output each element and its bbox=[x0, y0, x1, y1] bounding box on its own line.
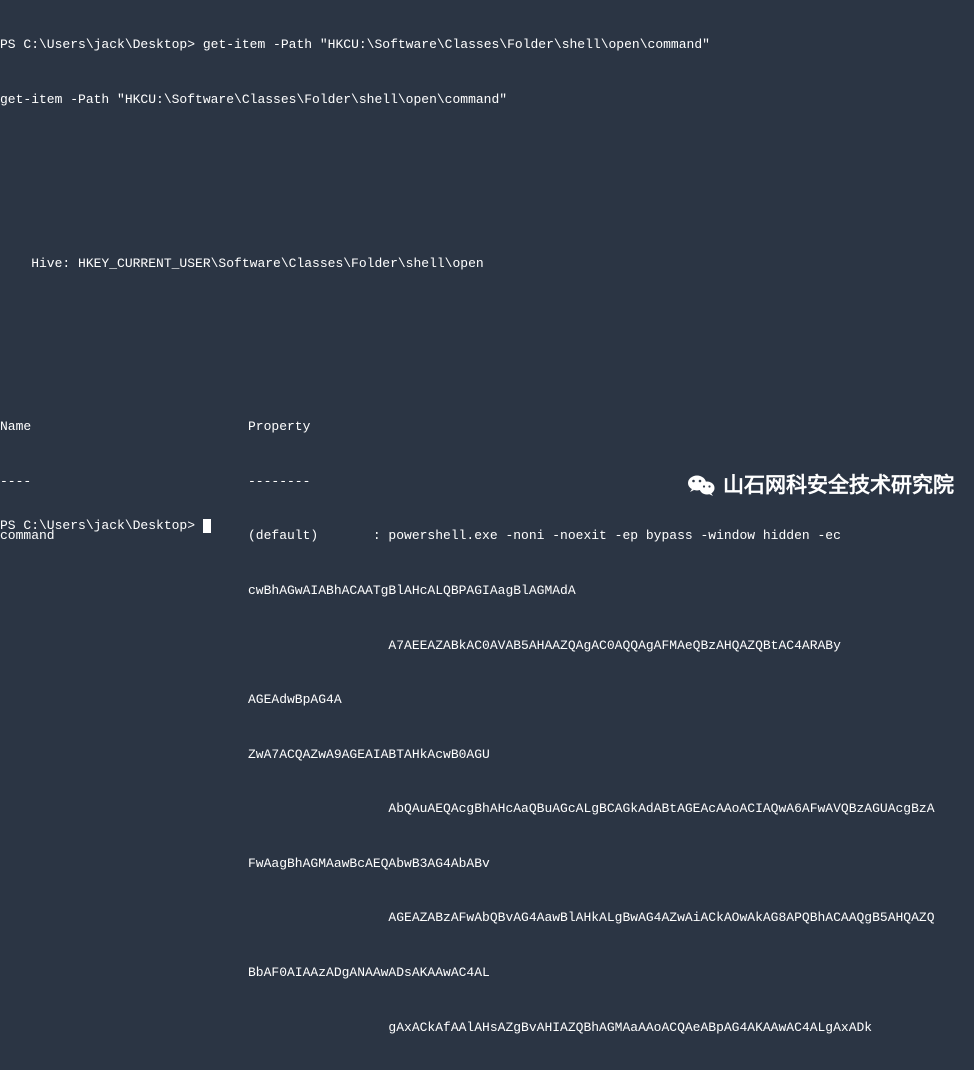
wechat-icon bbox=[687, 473, 715, 497]
property-continuation: A7AEEAZABkAC0AVAB5AHAAZQAgAC0AQQAgAFMAeQ… bbox=[0, 637, 974, 655]
echo-line: get-item -Path "HKCU:\Software\Classes\F… bbox=[0, 91, 974, 109]
prompt-prefix: PS C:\Users\jack\Desktop> bbox=[0, 36, 203, 54]
hive-line: Hive: HKEY_CURRENT_USER\Software\Classes… bbox=[0, 255, 974, 273]
blank-line bbox=[0, 146, 974, 164]
property-continuation: FwAagBhAGMAawBcAEQAbwB3AG4AbABv bbox=[0, 855, 974, 873]
table-header: NameProperty bbox=[0, 418, 974, 436]
property-continuation: AGEAdwBpAG4A bbox=[0, 691, 974, 709]
underline-property: -------- bbox=[248, 473, 310, 491]
blank-line bbox=[0, 200, 974, 218]
property-continuation: AGEAZABzAFwAbQBvAG4AawBlAHkALgBwAG4AZwAi… bbox=[0, 909, 974, 927]
property-continuation: AbQAuAEQAcgBhAHcAaQBuAGcALgBCAGkAdABtAGE… bbox=[0, 800, 974, 818]
blank-line bbox=[0, 309, 974, 327]
cursor bbox=[203, 519, 211, 533]
terminal-output[interactable]: PS C:\Users\jack\Desktop> get-item -Path… bbox=[0, 0, 974, 1070]
command-line-1: PS C:\Users\jack\Desktop> get-item -Path… bbox=[0, 36, 974, 54]
property-continuation: cwBhAGwAIABhACAATgBlAHcALQBPAGIAagBlAGMA… bbox=[0, 582, 974, 600]
property-continuation: ZwA7ACQAZwA9AGEAIABTAHkAcwB0AGU bbox=[0, 746, 974, 764]
command-text: get-item -Path "HKCU:\Software\Classes\F… bbox=[203, 36, 710, 54]
prompt-line-2[interactable]: PS C:\Users\jack\Desktop> bbox=[0, 517, 211, 535]
blank-line bbox=[0, 364, 974, 382]
property-continuation: gAxACkAfAAlAHsAZgBvAHIAZQBhAGMAaAAoACQAe… bbox=[0, 1019, 974, 1037]
cell-property: (default) : powershell.exe -noni -noexit… bbox=[248, 527, 841, 545]
header-property: Property bbox=[248, 418, 310, 436]
underline-name: ---- bbox=[0, 473, 248, 491]
property-continuation: BbAF0AIAAzADgANAAwADsAKAAwAC4AL bbox=[0, 964, 974, 982]
watermark-text: 山石网科安全技术研究院 bbox=[723, 471, 954, 500]
header-name: Name bbox=[0, 418, 248, 436]
prompt-prefix: PS C:\Users\jack\Desktop> bbox=[0, 518, 203, 533]
watermark: 山石网科安全技术研究院 bbox=[687, 471, 954, 500]
